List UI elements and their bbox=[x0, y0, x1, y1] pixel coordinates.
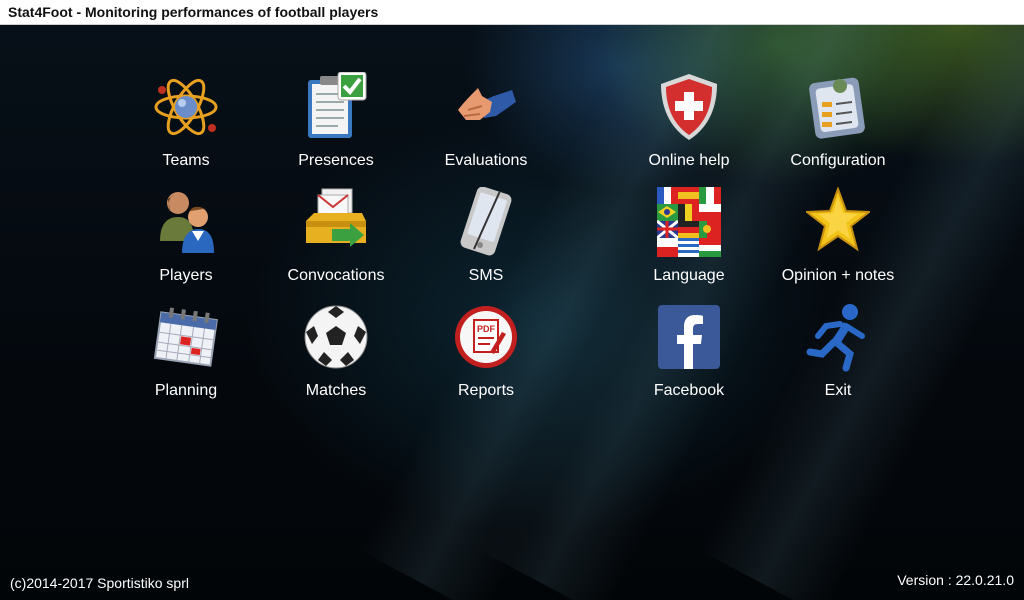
menu-label: Convocations bbox=[287, 267, 385, 284]
menu-label: Presences bbox=[298, 152, 374, 169]
menu-label: Language bbox=[653, 267, 725, 284]
menu-tile-presences[interactable]: Presences bbox=[261, 72, 411, 182]
menu-tile-exit[interactable]: Exit bbox=[763, 302, 913, 412]
settings-panel-icon bbox=[809, 77, 865, 139]
shield-cross-icon bbox=[661, 74, 717, 140]
smartphone-icon bbox=[460, 187, 512, 256]
window-title: Stat4Foot - Monitoring performances of f… bbox=[8, 4, 379, 20]
menu-label: Reports bbox=[457, 382, 515, 399]
menu-label: Players bbox=[159, 267, 213, 284]
menu-label: Configuration bbox=[790, 152, 886, 169]
facebook-icon bbox=[658, 305, 720, 369]
version-text: Version : 22.0.21.0 bbox=[897, 572, 1014, 588]
menu-tile-sms[interactable]: SMS bbox=[411, 187, 561, 297]
menu-label: Planning bbox=[154, 382, 218, 399]
menu-tile-configuration[interactable]: Configuration bbox=[763, 72, 913, 182]
menu-tile-planning[interactable]: Planning bbox=[111, 302, 261, 412]
menu-tile-reports[interactable]: PDF Reports bbox=[411, 302, 561, 412]
menu-label: Exit bbox=[824, 382, 852, 399]
clipboard-check-icon bbox=[308, 72, 367, 138]
menu-tile-language[interactable]: Language bbox=[614, 187, 764, 297]
menu-tile-players[interactable]: Players bbox=[111, 187, 261, 297]
menu-label: Opinion + notes bbox=[781, 267, 895, 284]
menu-tile-opinion-notes[interactable]: Opinion + notes bbox=[763, 187, 913, 297]
menu-tile-convocations[interactable]: Convocations bbox=[261, 187, 411, 297]
thumbs-up-icon bbox=[458, 88, 516, 120]
soccer-ball-icon bbox=[304, 305, 368, 369]
users-icon bbox=[160, 192, 214, 253]
menu-label: SMS bbox=[468, 267, 504, 284]
atom-icon bbox=[154, 78, 218, 136]
menu-tile-facebook[interactable]: Facebook bbox=[614, 302, 764, 412]
copyright-text: (c)2014-2017 Sportistiko sprl bbox=[10, 575, 189, 591]
menu-label: Facebook bbox=[653, 382, 725, 399]
menu-tile-online-help[interactable]: Online help bbox=[614, 72, 764, 182]
pdf-icon: PDF bbox=[455, 306, 517, 368]
calendar-icon bbox=[154, 307, 218, 367]
star-icon bbox=[806, 187, 870, 252]
letters-arrow-icon bbox=[306, 188, 366, 247]
svg-text:PDF: PDF bbox=[477, 324, 496, 334]
menu-tile-evaluations[interactable]: Evaluations bbox=[411, 72, 561, 182]
menu-label: Online help bbox=[648, 152, 730, 169]
menu-label: Evaluations bbox=[444, 152, 528, 169]
menu-label: Teams bbox=[162, 152, 210, 169]
title-bar: Stat4Foot - Monitoring performances of f… bbox=[0, 0, 1024, 25]
menu-tile-matches[interactable]: Matches bbox=[261, 302, 411, 412]
menu-label: Matches bbox=[305, 382, 367, 399]
running-man-icon bbox=[806, 304, 865, 372]
flags-icon bbox=[657, 187, 721, 257]
menu-tile-teams[interactable]: Teams bbox=[111, 72, 261, 182]
